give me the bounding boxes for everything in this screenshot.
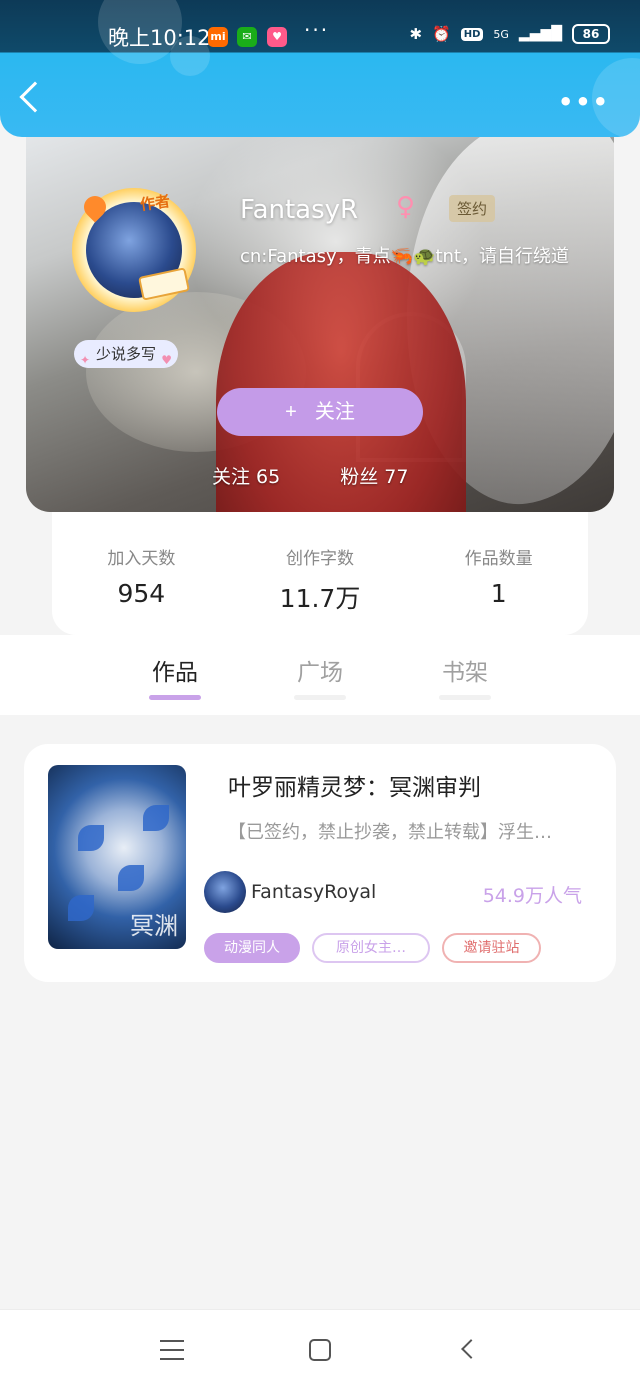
bluetooth-icon: ✱: [409, 25, 423, 43]
stats-card: 加入天数 954 创作字数 11.7万 作品数量 1: [52, 512, 588, 635]
work-card[interactable]: 冥渊 叶罗丽精灵梦：冥渊审判 【已签约，禁止抄袭，禁止转载】浮生… Fantas…: [24, 744, 616, 982]
wechat-icon: ✉: [237, 27, 257, 47]
following-count[interactable]: 关注 65: [212, 462, 280, 489]
work-description: 【已签约，禁止抄袭，禁止转载】浮生…: [228, 822, 552, 843]
stat-word-count: 创作字数 11.7万: [231, 512, 410, 635]
cover-title: 冥渊: [130, 912, 178, 940]
tab-label: 作品: [152, 660, 198, 686]
stat-value: 954: [117, 579, 166, 608]
stat-join-days: 加入天数 954: [52, 512, 231, 635]
work-title[interactable]: 叶罗丽精灵梦：冥渊审判: [228, 768, 481, 802]
tab-square[interactable]: 广场: [290, 653, 350, 700]
heart-icon: ♥: [161, 353, 173, 367]
stat-value: 11.7万: [279, 584, 361, 613]
home-icon[interactable]: [309, 1339, 331, 1361]
hd-icon: HD: [460, 27, 484, 41]
alarm-icon: ⏰: [432, 25, 451, 43]
profile-banner: [26, 112, 614, 512]
tab-label: 广场: [297, 660, 343, 686]
popularity: 54.9万人气: [482, 885, 582, 907]
follow-counts: 关注 65 粉丝 77: [212, 462, 408, 489]
back-button[interactable]: [19, 81, 51, 113]
author-badge: 作者: [138, 191, 172, 214]
invite-button[interactable]: 邀请驻站: [442, 933, 541, 963]
tab-works[interactable]: 作品: [145, 653, 205, 700]
username: FantasyR: [240, 195, 359, 225]
menu-icon[interactable]: [160, 1340, 184, 1360]
user-tag-label: 少说多写: [96, 345, 157, 363]
stat-label: 创作字数: [286, 549, 354, 569]
tab-label: 书架: [442, 660, 488, 686]
author-avatar[interactable]: [204, 871, 246, 913]
tab-bar: 作品 广场 书架: [0, 635, 640, 715]
more-button[interactable]: •••: [558, 90, 610, 114]
cover-art: [118, 865, 144, 891]
tag-original-heroine[interactable]: 原创女主…: [312, 933, 430, 963]
mi-icon: mi: [208, 27, 228, 47]
author-name[interactable]: FantasyRoyal: [251, 881, 376, 903]
system-nav-bar: [0, 1309, 640, 1387]
tab-underline: [149, 695, 201, 700]
cover-art: [143, 805, 169, 831]
battery-icon: 86: [572, 24, 610, 44]
cover-art: [68, 895, 94, 921]
tab-bookshelf[interactable]: 书架: [435, 653, 495, 700]
female-icon: ♀: [396, 192, 416, 222]
stat-label: 加入天数: [107, 549, 176, 569]
stat-work-count: 作品数量 1: [409, 512, 588, 635]
status-time: 晚上10:12: [108, 26, 211, 50]
signed-badge: 签约: [449, 195, 496, 222]
user-tag: ✦ 少说多写 ♥: [74, 340, 179, 368]
plus-icon: +: [285, 401, 297, 423]
app-icon: ♥: [267, 27, 287, 47]
follow-button[interactable]: + 关注: [217, 388, 423, 436]
follow-label: 关注: [314, 401, 355, 423]
tab-underline: [294, 695, 346, 700]
back-icon[interactable]: [461, 1339, 481, 1359]
signal-icon: ▂▄▆█: [518, 26, 562, 42]
status-more-icon: ···: [304, 18, 330, 42]
network-label: 5G: [493, 27, 509, 41]
book-cover[interactable]: 冥渊: [48, 765, 186, 949]
stat-label: 作品数量: [464, 549, 533, 569]
cover-art: [78, 825, 104, 851]
top-bar: 晚上10:12 mi ✉ ♥ ··· ✱ ⏰ HD 5G ▂▄▆█ 86 •••: [0, 0, 640, 137]
sparkle-icon: ✦: [80, 353, 91, 367]
stat-value: 1: [490, 579, 507, 608]
status-bar: 晚上10:12 mi ✉ ♥ ··· ✱ ⏰ HD 5G ▂▄▆█ 86: [0, 0, 640, 52]
user-bio: cn:Fantasy，青点🦐🐢tnt，请自行绕道: [240, 246, 569, 267]
tab-underline: [439, 695, 491, 700]
status-right: ✱ ⏰ HD 5G ▂▄▆█ 86: [409, 24, 610, 44]
tag-fan-fiction[interactable]: 动漫同人: [204, 933, 300, 963]
followers-count[interactable]: 粉丝 77: [340, 462, 408, 489]
